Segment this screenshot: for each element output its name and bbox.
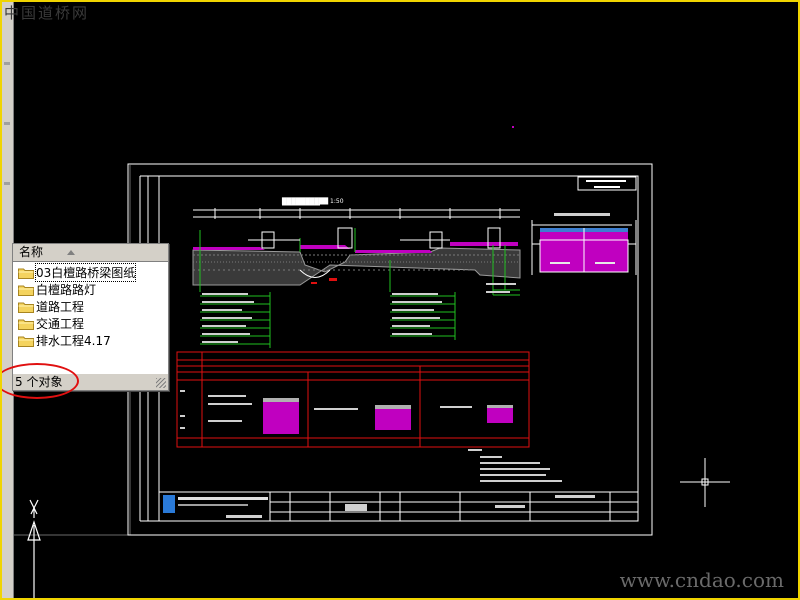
ucs-icon [27,499,41,598]
folder-icon [18,319,34,330]
resize-grip[interactable] [156,378,166,388]
svg-text:██████████ 1:50: ██████████ 1:50 [281,197,344,205]
road-cross-section: ██████████ 1:50 [192,197,521,295]
list-item-folder[interactable]: 交通工程 [13,315,168,332]
folder-icon [18,336,34,347]
folder-icon [18,268,34,279]
crosshair-cursor-icon [680,458,730,507]
watermark-bottom: www.cndao.com [619,568,784,592]
list-item-folder[interactable]: 白檀路路灯 [13,281,168,298]
title-block [158,491,639,522]
watermark-top: 中国道桥网 [4,4,90,22]
list-item-folder[interactable]: 道路工程 [13,298,168,315]
folder-icon [18,302,34,313]
list-item-folder[interactable]: 排水工程4.17 [13,332,168,349]
detail-diagram [531,213,637,275]
sheet-outer-border [127,163,653,536]
folder-icon [18,285,34,296]
sort-arrow-icon [67,250,75,255]
file-list: 03白檀路桥梁图纸 白檀路路灯 道路工程 交通工程 排水工程4.17 [13,262,168,349]
layer-annotations-right [390,289,520,340]
column-header-name[interactable]: 名称 [13,244,168,262]
notes-block [468,449,562,482]
autocad-screen: 中国道桥网 ██████████ 1:50 名称 03白檀路桥梁图纸 白檀路路灯… [0,0,800,600]
sheet-inner-frame [158,175,639,522]
structure-table [176,351,530,448]
list-item-folder[interactable]: 03白檀路桥梁图纸 [13,263,168,282]
layer-annotations-left [200,292,271,348]
